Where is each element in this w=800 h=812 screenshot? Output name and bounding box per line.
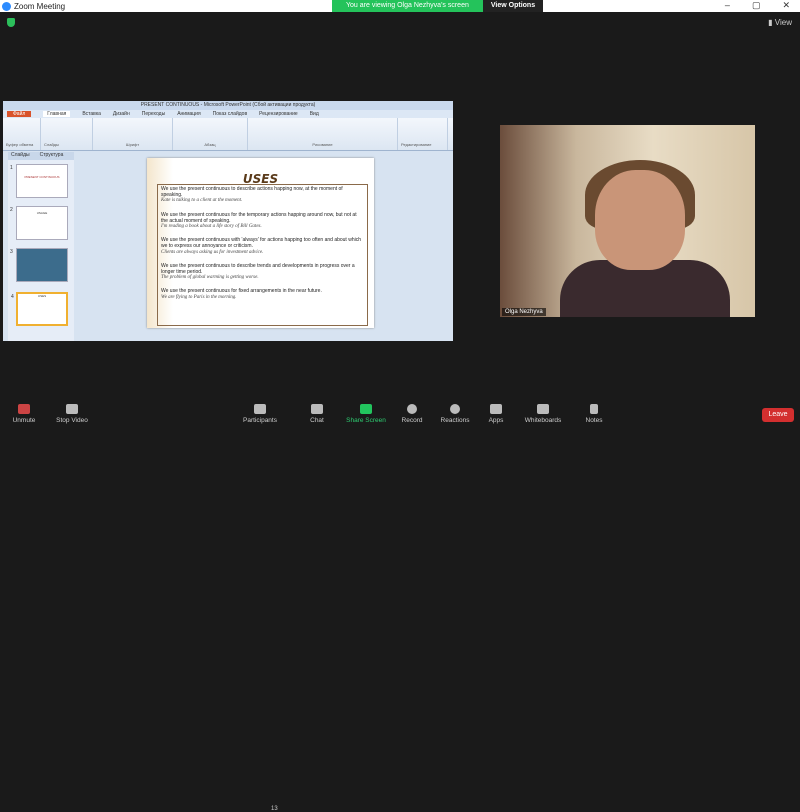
- example-text: I'm reading a book about a life story of…: [161, 224, 262, 230]
- shared-screen: PRESENT CONTINUOUS - Microsoft PowerPoin…: [3, 101, 453, 341]
- ribbon-group: Слайды: [41, 118, 93, 150]
- ribbon-group: Рисование: [248, 118, 398, 150]
- participants-button[interactable]: Participants: [230, 404, 290, 424]
- viewing-banner: You are viewing Olga Nezhyva's screen Vi…: [332, 0, 544, 12]
- tab-outline[interactable]: Структура: [40, 152, 64, 160]
- ribbon-tab[interactable]: Анимация: [177, 111, 200, 117]
- slide-thumbnail[interactable]: 2 USAGE: [10, 206, 68, 240]
- notes-label: Notes: [585, 417, 603, 424]
- share-screen-label: Share Screen: [346, 417, 386, 424]
- thumb-title: USES: [37, 294, 47, 298]
- stop-video-label: Stop Video: [56, 417, 88, 424]
- whiteboard-icon: [537, 404, 549, 414]
- panel-tabs: Слайды Структура: [8, 152, 74, 160]
- person-face: [595, 170, 685, 270]
- slide-thumbnail[interactable]: 1 PRESENT CONTINUOUS: [10, 164, 68, 198]
- whiteboards-label: Whiteboards: [524, 417, 562, 424]
- chat-icon: [311, 404, 323, 414]
- apps-icon: [490, 404, 502, 414]
- slide-thumbnails: 1 PRESENT CONTINUOUS 2 USAGE 3 4 USES: [8, 160, 74, 341]
- zoom-logo-icon: [2, 1, 11, 11]
- thumb-number: 1: [10, 165, 13, 171]
- view-options-button[interactable]: View Options: [482, 0, 544, 12]
- view-label: View: [774, 18, 792, 27]
- ribbon-tab[interactable]: Вид: [310, 111, 319, 117]
- close-icon[interactable]: ✕: [782, 0, 790, 11]
- participant-video[interactable]: Olga Nezhyva: [500, 125, 755, 317]
- viewing-message: You are viewing Olga Nezhyva's screen: [332, 0, 483, 12]
- unmute-label: Unmute: [12, 417, 36, 424]
- example-text: The problem of global warming is getting…: [161, 275, 259, 281]
- ribbon-tab[interactable]: Дизайн: [113, 111, 130, 117]
- reactions-icon: [450, 404, 460, 414]
- security-shield-icon[interactable]: [7, 18, 15, 27]
- slide-thumbnail[interactable]: 4 USES: [11, 292, 68, 326]
- leave-button[interactable]: Leave: [762, 408, 794, 422]
- rule-text: We use the present continuous to describ…: [161, 262, 355, 276]
- rule-text: We use the present continuous to describ…: [161, 186, 343, 199]
- rule-text: We use the present continuous for the te…: [161, 211, 357, 224]
- slide-thumbnail[interactable]: 3: [10, 248, 68, 282]
- tab-slides[interactable]: Слайды: [11, 152, 30, 160]
- window-controls: – ▢ ✕: [725, 0, 800, 11]
- ribbon-group: Буфер обмена: [3, 118, 41, 150]
- ribbon-tab[interactable]: Файл: [7, 111, 32, 117]
- slide-canvas[interactable]: USES We use the present continuous to de…: [147, 158, 374, 328]
- notes-icon: [590, 404, 598, 414]
- ribbon-tab[interactable]: Главная: [43, 111, 71, 117]
- apps-label: Apps: [488, 417, 504, 424]
- thumb-number: 3: [10, 249, 13, 255]
- minimize-icon[interactable]: –: [725, 0, 730, 11]
- ribbon-tab[interactable]: Вставка: [82, 111, 101, 117]
- ribbon-tabs: Файл Главная Вставка Дизайн Переходы Ани…: [3, 110, 453, 118]
- ribbon-group: Абзац: [173, 118, 248, 150]
- muted-mic-icon: [18, 404, 30, 414]
- ribbon: Буфер обмена Слайды Шрифт Абзац Рисовани…: [3, 118, 453, 151]
- window-title: Zoom Meeting: [14, 1, 66, 11]
- thumb-number: 4: [11, 294, 14, 300]
- record-icon: [407, 404, 417, 414]
- ribbon-group: Шрифт: [93, 118, 173, 150]
- slide-text-box[interactable]: We use the present continuous to describ…: [157, 184, 368, 326]
- share-screen-icon: [360, 404, 372, 414]
- stop-video-button[interactable]: Stop Video: [42, 404, 102, 424]
- thumb-title: PRESENT CONTINUOUS: [24, 175, 60, 179]
- video-camera-icon: [66, 404, 78, 414]
- thumb-number: 2: [10, 207, 13, 213]
- maximize-icon[interactable]: ▢: [752, 0, 761, 11]
- participant-name: Olga Nezhyva: [502, 308, 546, 316]
- ribbon-tab[interactable]: Показ слайдов: [213, 111, 247, 117]
- record-label: Record: [401, 417, 423, 424]
- meeting-toolbar: Unmute Stop Video Participants 13 Chat S…: [0, 400, 800, 812]
- participants-count: 13: [271, 806, 278, 812]
- ppt-title: PRESENT CONTINUOUS - Microsoft PowerPoin…: [3, 101, 453, 110]
- ribbon-tab[interactable]: Рецензирование: [259, 111, 298, 117]
- example-text: Clients are always asking us for investm…: [161, 249, 264, 255]
- chat-label: Chat: [310, 417, 324, 424]
- ribbon-tab[interactable]: Переходы: [142, 111, 165, 117]
- notes-button[interactable]: Notes: [564, 404, 624, 424]
- rule-text: We use the present continuous with 'alwa…: [161, 237, 361, 250]
- ribbon-group: Редактирование: [398, 118, 448, 150]
- example-text: We are flying to Paris in the morning.: [161, 294, 237, 300]
- participants-label: Participants: [243, 417, 277, 424]
- thumb-title: USAGE: [36, 211, 48, 215]
- participants-icon: [254, 404, 266, 414]
- example-text: Kate is talking to a client at the momen…: [161, 198, 243, 204]
- view-button[interactable]: ▮ View: [768, 18, 792, 27]
